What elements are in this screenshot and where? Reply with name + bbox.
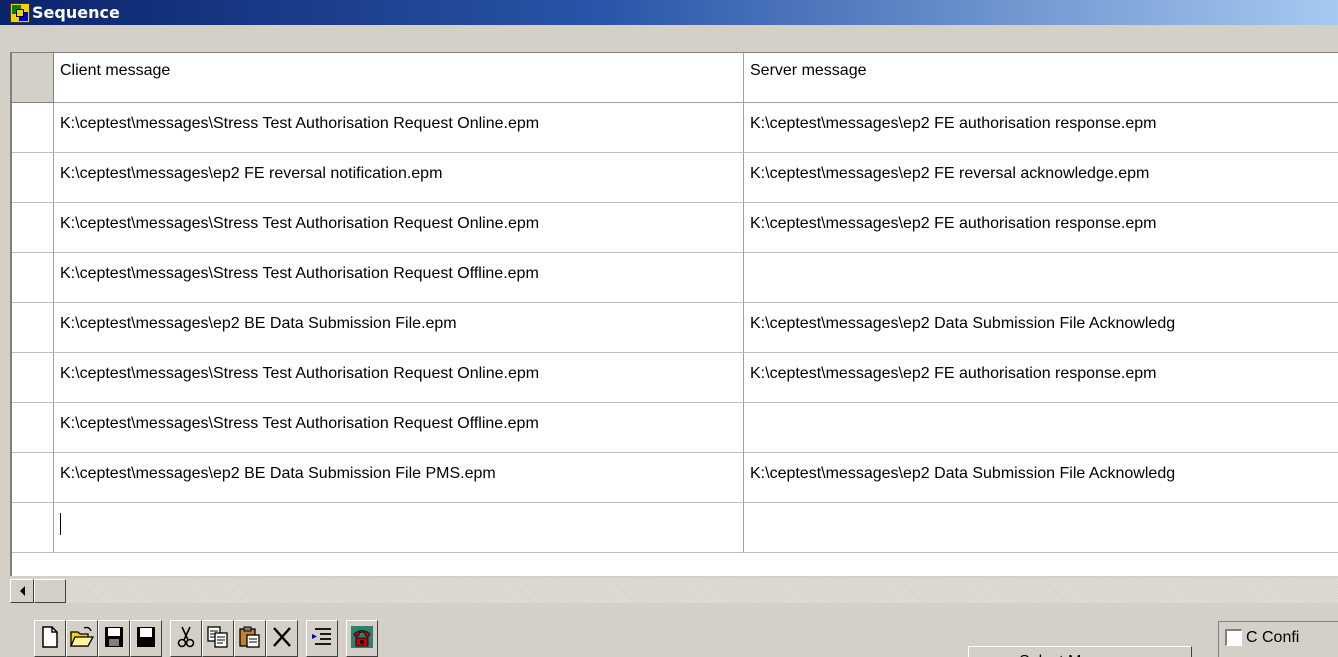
- table-row[interactable]: K:\ceptest\messages\Stress Test Authoris…: [12, 103, 1338, 153]
- cut-icon: [177, 626, 195, 648]
- row-selector[interactable]: [12, 353, 54, 403]
- table-row-new[interactable]: [12, 503, 1338, 553]
- server-message-cell[interactable]: K:\ceptest\messages\ep2 FE authorisation…: [744, 103, 1338, 153]
- app-icon[interactable]: [10, 2, 30, 23]
- table-row[interactable]: K:\ceptest\messages\Stress Test Authoris…: [12, 203, 1338, 253]
- table-row[interactable]: K:\ceptest\messages\ep2 FE reversal noti…: [12, 153, 1338, 203]
- row-selector[interactable]: [12, 303, 54, 353]
- table-row[interactable]: K:\ceptest\messages\Stress Test Authoris…: [12, 353, 1338, 403]
- server-message-cell[interactable]: K:\ceptest\messages\ep2 FE reversal ackn…: [744, 153, 1338, 203]
- scroll-thumb[interactable]: [34, 579, 66, 603]
- select-messages-button[interactable]: Select Messages: [968, 646, 1192, 657]
- insert-row-button[interactable]: [306, 620, 338, 657]
- client-message-cell[interactable]: K:\ceptest\messages\ep2 BE Data Submissi…: [54, 453, 744, 503]
- client-message-cell[interactable]: K:\ceptest\messages\ep2 FE reversal noti…: [54, 153, 744, 203]
- toolbar: Select Messages C Confi: [0, 606, 1338, 657]
- row-selector[interactable]: [12, 203, 54, 253]
- row-selector[interactable]: [12, 453, 54, 503]
- row-selector[interactable]: [12, 403, 54, 453]
- copy-icon: [207, 626, 228, 648]
- table-row[interactable]: K:\ceptest\messages\ep2 BE Data Submissi…: [12, 453, 1338, 503]
- copy-button[interactable]: [202, 620, 234, 657]
- delete-icon: [273, 627, 291, 647]
- cut-button[interactable]: [170, 620, 202, 657]
- row-selector[interactable]: [12, 153, 54, 203]
- column-header-server-message[interactable]: Server message: [744, 53, 1338, 103]
- insert-row-icon: [312, 628, 331, 645]
- row-selector[interactable]: [12, 503, 54, 553]
- delete-button[interactable]: [266, 620, 298, 657]
- server-message-cell[interactable]: K:\ceptest\messages\ep2 FE authorisation…: [744, 353, 1338, 403]
- horizontal-scrollbar[interactable]: [10, 577, 1338, 603]
- client-message-cell[interactable]: K:\ceptest\messages\Stress Test Authoris…: [54, 103, 744, 153]
- arrow-left-icon: [19, 586, 25, 596]
- client-message-cell[interactable]: K:\ceptest\messages\ep2 BE Data Submissi…: [54, 303, 744, 353]
- server-message-cell[interactable]: [744, 503, 1338, 553]
- server-message-cell[interactable]: K:\ceptest\messages\ep2 FE authorisation…: [744, 203, 1338, 253]
- table-row[interactable]: K:\ceptest\messages\Stress Test Authoris…: [12, 253, 1338, 303]
- server-message-cell[interactable]: K:\ceptest\messages\ep2 Data Submission …: [744, 303, 1338, 353]
- open-button[interactable]: [66, 620, 98, 657]
- client-message-cell[interactable]: K:\ceptest\messages\Stress Test Authoris…: [54, 403, 744, 453]
- save-icon: [105, 627, 123, 647]
- grid-header: Client message Server message: [12, 53, 1338, 103]
- save-as-button[interactable]: [130, 620, 162, 657]
- text-caret: [60, 513, 61, 535]
- sequence-grid[interactable]: Client message Server message K:\ceptest…: [10, 52, 1338, 576]
- server-message-cell[interactable]: K:\ceptest\messages\ep2 Data Submission …: [744, 453, 1338, 503]
- save-as-icon: [137, 627, 155, 647]
- server-message-cell[interactable]: [744, 253, 1338, 303]
- new-file-icon: [42, 626, 58, 648]
- row-selector[interactable]: [12, 253, 54, 303]
- paste-icon: [239, 626, 260, 648]
- save-button[interactable]: [98, 620, 130, 657]
- client-message-cell[interactable]: K:\ceptest\messages\Stress Test Authoris…: [54, 253, 744, 303]
- confirm-checkbox[interactable]: [1225, 629, 1242, 646]
- new-button[interactable]: [34, 620, 66, 657]
- column-header-client-message[interactable]: Client message: [54, 53, 744, 103]
- window-title: Sequence: [32, 3, 120, 22]
- scroll-left-button[interactable]: [10, 579, 34, 603]
- title-bar: Sequence: [0, 0, 1338, 25]
- table-row[interactable]: K:\ceptest\messages\ep2 BE Data Submissi…: [12, 303, 1338, 353]
- connect-button[interactable]: [346, 620, 378, 657]
- telephone-icon: [351, 626, 373, 648]
- client-message-cell[interactable]: K:\ceptest\messages\Stress Test Authoris…: [54, 353, 744, 403]
- confirm-option[interactable]: C Confi: [1218, 621, 1338, 657]
- row-indicator-header[interactable]: [12, 53, 54, 103]
- client-message-cell[interactable]: K:\ceptest\messages\Stress Test Authoris…: [54, 203, 744, 253]
- client-message-edit-cell[interactable]: [54, 503, 744, 553]
- server-message-cell[interactable]: [744, 403, 1338, 453]
- open-folder-icon: [70, 626, 94, 647]
- row-selector[interactable]: [12, 103, 54, 153]
- table-row[interactable]: K:\ceptest\messages\Stress Test Authoris…: [12, 403, 1338, 453]
- confirm-checkbox-label: C Confi: [1246, 629, 1300, 646]
- paste-button[interactable]: [234, 620, 266, 657]
